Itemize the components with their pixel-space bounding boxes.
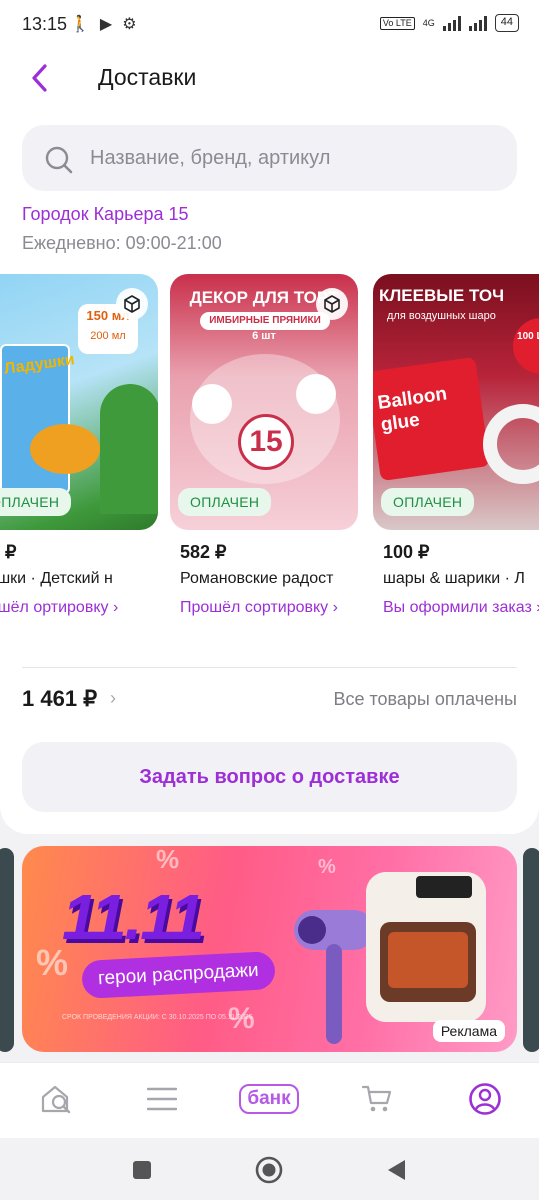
pickup-point-name[interactable]: Городок Карьера 15 <box>22 204 189 225</box>
back-nav-button[interactable] <box>380 1154 412 1186</box>
bank-label: банк <box>239 1084 299 1114</box>
cart-icon <box>361 1085 392 1112</box>
fruit-art <box>30 424 100 474</box>
network-type: 4G <box>422 18 435 28</box>
product-delivery-status[interactable]: рошёл ортировку › <box>0 596 152 620</box>
box-return-icon <box>116 288 148 320</box>
play-icon: ▶ <box>99 16 113 33</box>
delivery-card: Доставки Городок Карьера 15 Ежедневно: 0… <box>0 48 539 834</box>
product-image[interactable]: ДЕКОР ДЛЯ ТОРТ ИМБИРНЫЕ ПРЯНИКИ 6 шт 15 … <box>170 274 358 530</box>
status-right-group: Vo LTE 4G 44 <box>379 14 519 32</box>
battery-icon: 44 <box>494 14 519 32</box>
volte-icon: Vo LTE <box>379 16 415 30</box>
promo-headline: 11.11 <box>62 881 205 953</box>
box-return-icon <box>316 288 348 320</box>
nav-home[interactable] <box>32 1077 82 1121</box>
menu-icon <box>147 1087 177 1111</box>
system-nav-bar <box>0 1138 539 1200</box>
air-fryer-image <box>366 872 486 1022</box>
circle-icon <box>255 1156 283 1184</box>
plant-art <box>100 384 158 514</box>
nav-bank[interactable]: банк <box>234 1077 304 1121</box>
status-time: 13:15 <box>22 14 68 34</box>
product-name: Романовские радост <box>180 570 334 587</box>
product-art-text: 6 шт <box>252 330 276 342</box>
percent-icon: % <box>318 856 336 878</box>
nav-cart[interactable] <box>352 1077 402 1121</box>
product-image[interactable]: КЛЕЕВЫЕ ТОЧ для воздушных шаро Balloon g… <box>373 274 539 530</box>
signal-icon-2 <box>468 15 487 31</box>
product-price: 34 ₽ <box>0 542 17 562</box>
status-badge: ОПЛАЧЕН <box>0 488 72 516</box>
status-bar: 13:15 🚶 ▶ ⚙ Vo LTE 4G 44 <box>0 0 539 48</box>
nav-profile[interactable] <box>460 1077 510 1121</box>
next-banner-peek[interactable] <box>523 848 539 1052</box>
divider <box>22 667 517 668</box>
promo-banner[interactable]: % % % % 11.11 герои распродажи СРОК ПРОВ… <box>22 846 517 1052</box>
search-icon <box>45 146 73 174</box>
order-total[interactable]: 1 461 ₽ <box>22 686 97 712</box>
pickup-point-hours: Ежедневно: 09:00-21:00 <box>22 233 222 253</box>
tape-roll-art <box>483 404 539 484</box>
product-art-text: для воздушных шаро <box>387 310 496 322</box>
chevron-right-icon[interactable]: › <box>110 688 116 709</box>
promo-fine-print: СРОК ПРОВЕДЕНИЯ АКЦИИ: С 30.10.2025 ПО 0… <box>62 1014 253 1021</box>
ad-label[interactable]: Реклама <box>432 1020 505 1042</box>
product-art-text: ИМБИРНЫЕ ПРЯНИКИ <box>200 312 330 330</box>
signal-icon <box>442 15 461 31</box>
product-art-text: КЛЕЕВЫЕ ТОЧ <box>379 286 505 305</box>
product-art-text: 100 ШТУК <box>513 318 539 374</box>
product-price: 100 ₽ <box>383 542 430 562</box>
home-button[interactable] <box>253 1154 285 1186</box>
cookie-art <box>192 384 232 424</box>
nav-catalog[interactable] <box>137 1077 187 1121</box>
payment-status: Все товары оплачены <box>333 689 517 709</box>
back-button[interactable] <box>22 60 58 96</box>
bottom-nav: банк <box>0 1062 539 1138</box>
product-delivery-status[interactable]: Прошёл сортировку › <box>180 596 352 620</box>
status-badge: ОПЛАЧЕН <box>178 488 272 516</box>
triangle-back-icon <box>388 1160 405 1180</box>
ask-delivery-question-button[interactable]: Задать вопрос о доставке <box>22 742 517 812</box>
cookie-art <box>296 374 336 414</box>
product-art-text: 200 мл <box>90 330 126 342</box>
promo-subtitle: герои распродажи <box>81 950 276 1000</box>
product-name: шары & шарики · Л <box>383 570 525 587</box>
product-delivery-status[interactable]: Вы оформили заказ › <box>383 596 539 620</box>
product-carousel[interactable]: Ладушки 150 мл 200 мл ОПЛАЧЕН 34 ₽ душки… <box>0 274 539 654</box>
home-search-icon <box>41 1085 71 1114</box>
prev-banner-peek[interactable] <box>0 848 14 1052</box>
recents-button[interactable] <box>126 1154 158 1186</box>
square-icon <box>133 1161 151 1179</box>
walking-icon: 🚶 <box>70 16 90 33</box>
gear-icon: ⚙ <box>122 16 137 33</box>
product-art-text: 15 <box>238 414 294 470</box>
chevron-left-icon <box>32 64 47 92</box>
profile-icon <box>469 1083 501 1115</box>
search-bar[interactable] <box>22 125 517 191</box>
product-price: 582 ₽ <box>180 542 227 562</box>
percent-icon: % <box>156 846 180 874</box>
product-name: душки · Детский н <box>0 570 113 587</box>
product-image[interactable]: Ладушки 150 мл 200 мл ОПЛАЧЕН <box>0 274 158 530</box>
page-title: Доставки <box>98 64 197 90</box>
header: Доставки <box>0 48 539 108</box>
status-notification-icons: 🚶 ▶ ⚙ <box>70 14 137 34</box>
status-badge: ОПЛАЧЕН <box>381 488 475 516</box>
search-input[interactable] <box>90 125 500 191</box>
